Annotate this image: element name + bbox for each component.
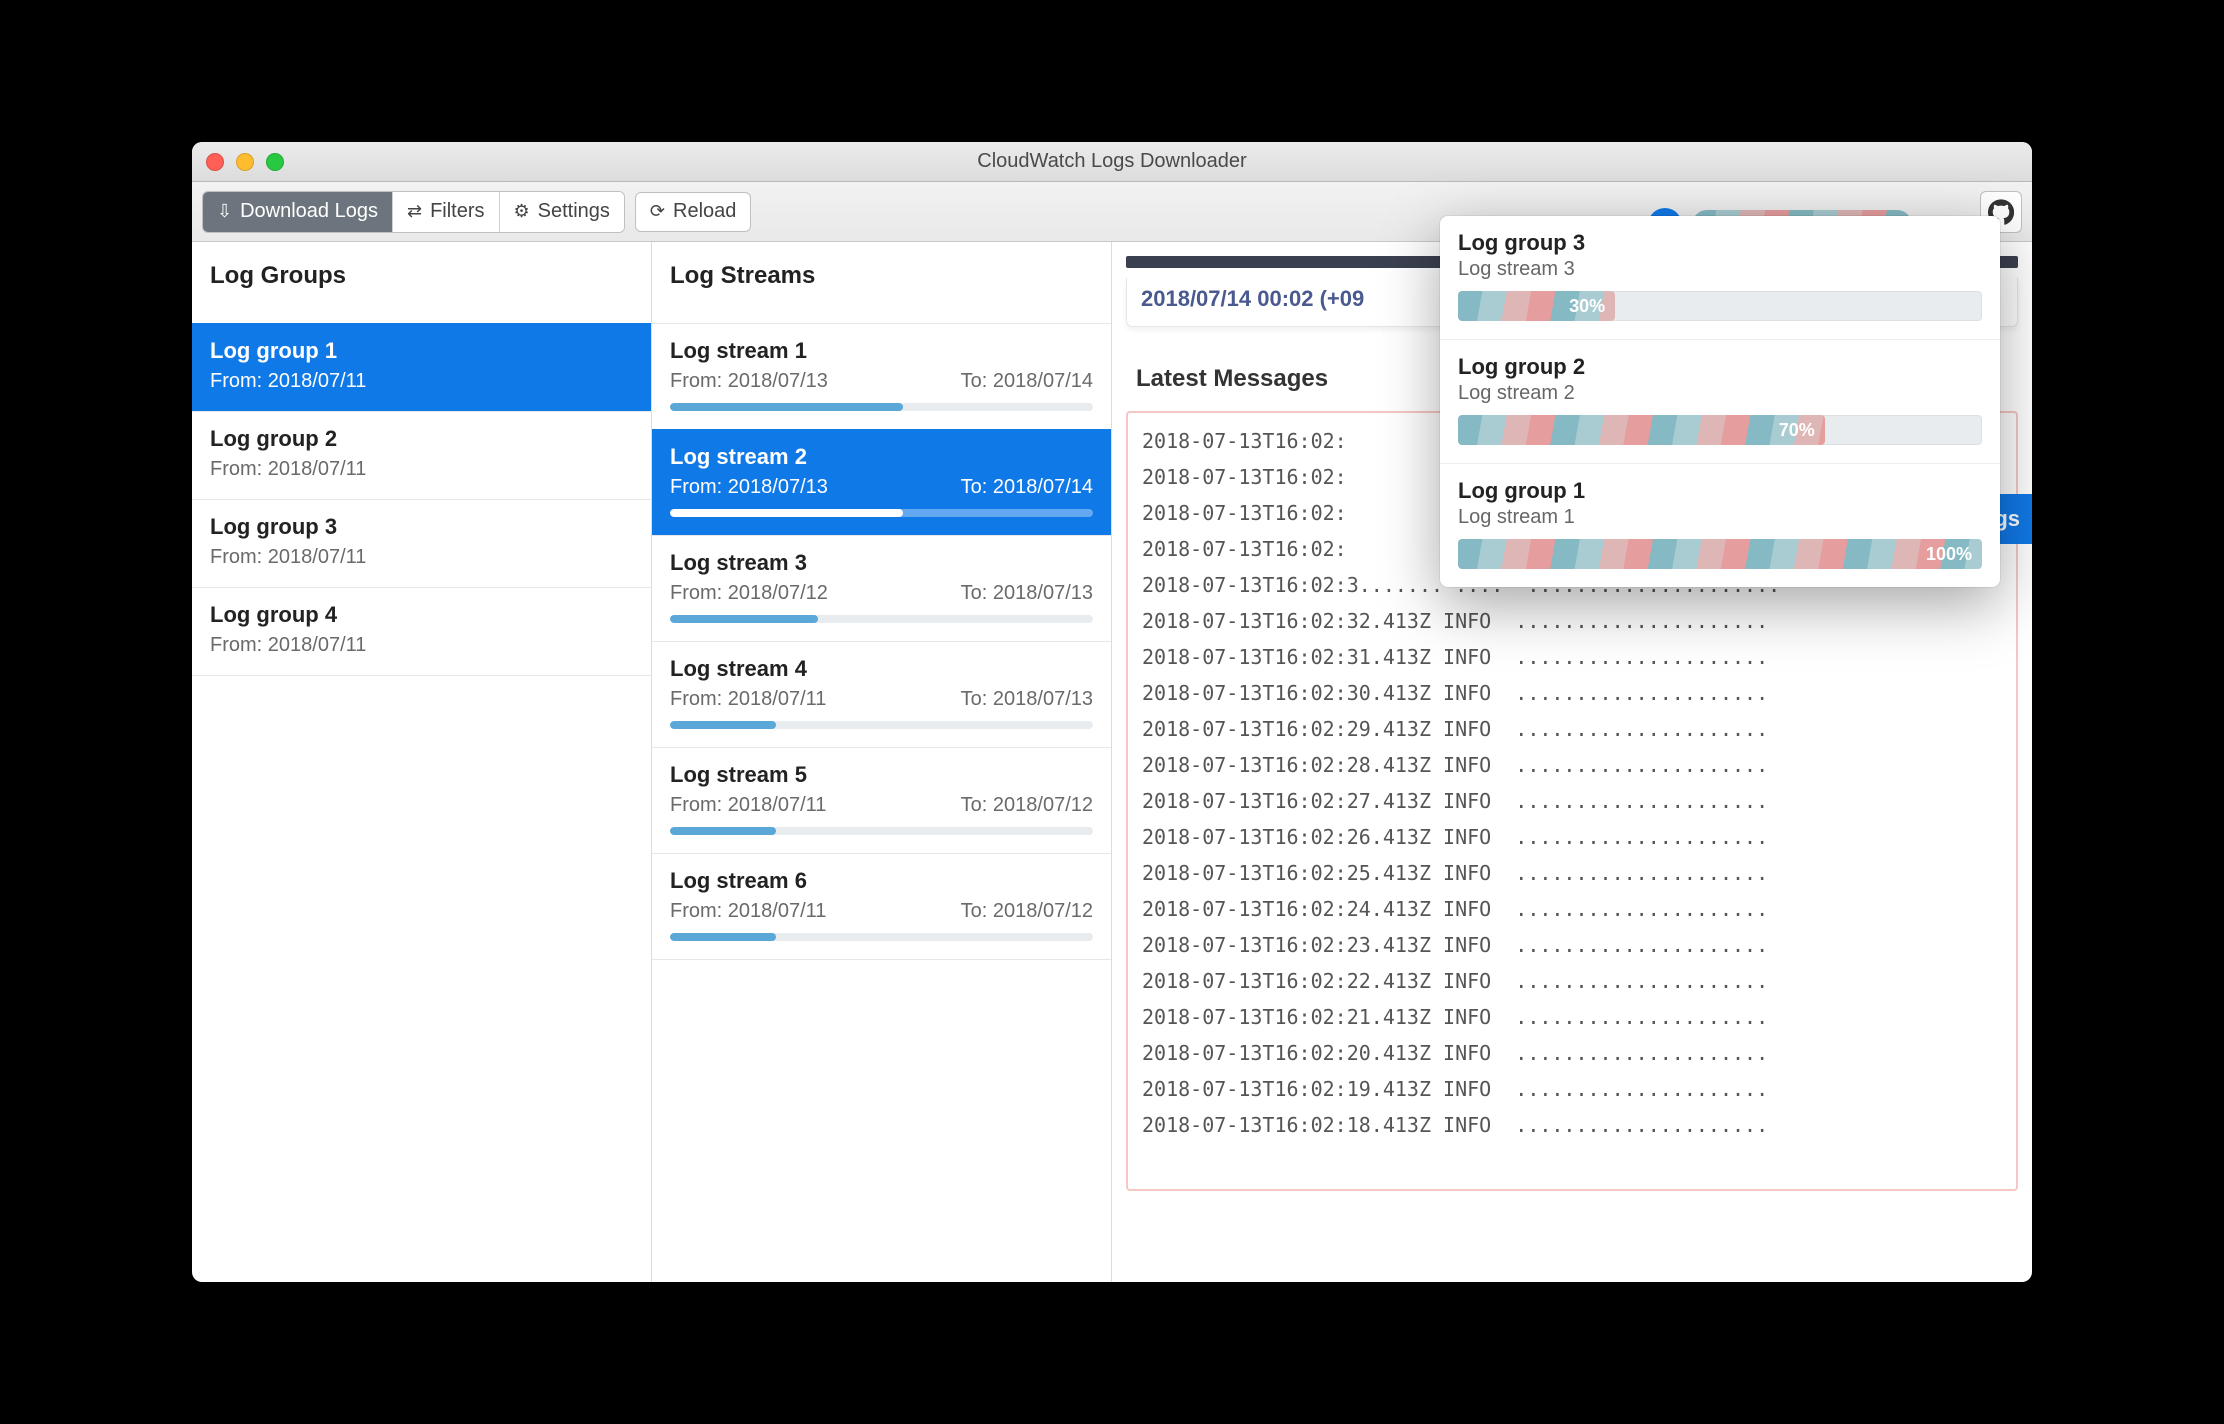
download-progress-bar: 100% [1458,539,1982,569]
download-stream-name: Log stream 1 [1458,506,1982,529]
settings-button[interactable]: ⚙ Settings [500,192,624,232]
settings-label: Settings [538,200,610,223]
log-stream-progress [670,721,1093,729]
toolbar-group-main: ⇩ Download Logs ⇄ Filters ⚙ Settings [202,191,625,233]
log-groups-column: Log Groups Log group 1 From: 2018/07/11L… [192,242,652,1282]
log-group-item[interactable]: Log group 2 From: 2018/07/11 [192,411,651,500]
download-group-name: Log group 2 [1458,354,1982,380]
filters-icon: ⇄ [407,201,422,222]
minimize-window-button[interactable] [236,153,254,171]
log-stream-name: Log stream 6 [670,868,1093,894]
log-stream-to: To: 2018/07/12 [961,794,1093,817]
log-group-name: Log group 2 [210,426,633,452]
download-logs-button[interactable]: ⇩ Download Logs [203,192,393,232]
window-title: CloudWatch Logs Downloader [977,150,1246,173]
log-group-item[interactable]: Log group 4 From: 2018/07/11 [192,587,651,676]
log-stream-name: Log stream 1 [670,338,1093,364]
log-group-item[interactable]: Log group 1 From: 2018/07/11 [192,323,651,412]
log-stream-from: From: 2018/07/11 [670,794,826,817]
close-window-button[interactable] [206,153,224,171]
window-controls [206,153,284,171]
log-groups-header: Log Groups [192,242,651,324]
download-progress-item[interactable]: Log group 1 Log stream 1 100% [1440,464,2000,587]
log-stream-item[interactable]: Log stream 1 From: 2018/07/13 To: 2018/07… [652,323,1111,430]
download-icon: ⇩ [217,201,232,222]
download-group-name: Log group 3 [1458,230,1982,256]
log-stream-from: From: 2018/07/11 [670,688,826,711]
log-streams-header: Log Streams [652,242,1111,324]
log-group-from: From: 2018/07/11 [210,546,633,569]
reload-label: Reload [673,200,736,223]
log-stream-name: Log stream 2 [670,444,1093,470]
log-stream-progress [670,933,1093,941]
log-stream-to: To: 2018/07/12 [961,900,1093,923]
log-stream-item[interactable]: Log stream 5 From: 2018/07/11 To: 2018/07… [652,747,1111,854]
gear-icon: ⚙ [514,201,530,222]
log-stream-progress [670,403,1093,411]
reload-icon: ⟳ [650,201,665,222]
log-stream-name: Log stream 4 [670,656,1093,682]
download-progress-popup: Log group 3 Log stream 3 30% Log group 2… [1440,216,2000,587]
log-stream-from: From: 2018/07/13 [670,476,828,499]
download-progress-bar: 70% [1458,415,1982,445]
download-percent-label: 70% [1779,420,1815,441]
log-stream-item[interactable]: Log stream 4 From: 2018/07/11 To: 2018/07… [652,641,1111,748]
log-stream-name: Log stream 3 [670,550,1093,576]
download-percent-label: 100% [1926,544,1972,565]
log-stream-name: Log stream 5 [670,762,1093,788]
log-group-name: Log group 4 [210,602,633,628]
log-stream-item[interactable]: Log stream 6 From: 2018/07/11 To: 2018/07… [652,853,1111,960]
maximize-window-button[interactable] [266,153,284,171]
log-stream-from: From: 2018/07/11 [670,900,826,923]
log-streams-column: Log Streams Log stream 1 From: 2018/07/1… [652,242,1112,1282]
log-stream-to: To: 2018/07/14 [961,476,1093,499]
download-group-name: Log group 1 [1458,478,1982,504]
log-stream-to: To: 2018/07/13 [961,582,1093,605]
log-stream-item[interactable]: Log stream 2 From: 2018/07/13 To: 2018/07… [652,429,1111,536]
download-percent-label: 30% [1569,296,1605,317]
log-stream-to: To: 2018/07/13 [961,688,1093,711]
log-stream-item[interactable]: Log stream 3 From: 2018/07/12 To: 2018/07… [652,535,1111,642]
log-group-name: Log group 1 [210,338,633,364]
log-stream-from: From: 2018/07/12 [670,582,828,605]
download-progress-item[interactable]: Log group 3 Log stream 3 30% [1440,216,2000,340]
download-stream-name: Log stream 3 [1458,258,1982,281]
log-stream-progress [670,827,1093,835]
log-stream-from: From: 2018/07/13 [670,370,828,393]
log-stream-progress [670,509,1093,517]
download-progress-item[interactable]: Log group 2 Log stream 2 70% [1440,340,2000,464]
filters-button[interactable]: ⇄ Filters [393,192,500,232]
titlebar[interactable]: CloudWatch Logs Downloader [192,142,2032,182]
log-group-from: From: 2018/07/11 [210,370,633,393]
filters-label: Filters [430,200,484,223]
log-group-from: From: 2018/07/11 [210,458,633,481]
download-stream-name: Log stream 2 [1458,382,1982,405]
log-group-item[interactable]: Log group 3 From: 2018/07/11 [192,499,651,588]
download-logs-label: Download Logs [240,200,378,223]
log-group-name: Log group 3 [210,514,633,540]
download-progress-bar: 30% [1458,291,1982,321]
log-stream-progress [670,615,1093,623]
app-window: CloudWatch Logs Downloader ⇩ Download Lo… [192,142,2032,1282]
reload-button[interactable]: ⟳ Reload [635,192,751,232]
log-group-from: From: 2018/07/11 [210,634,633,657]
log-stream-to: To: 2018/07/14 [961,370,1093,393]
